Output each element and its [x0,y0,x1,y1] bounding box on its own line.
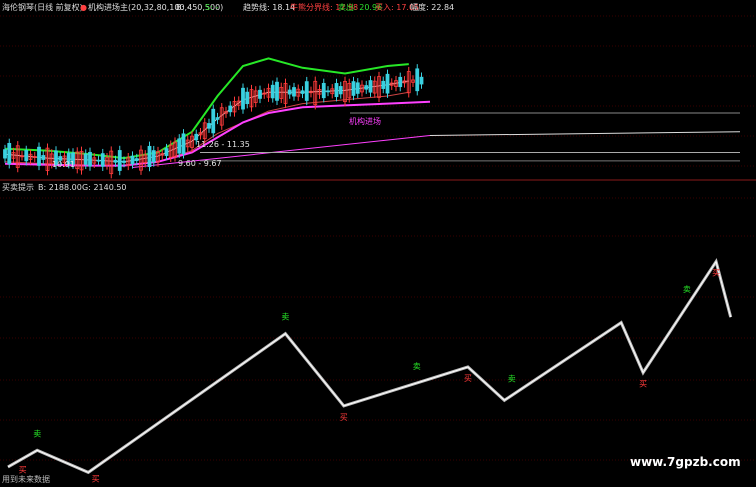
candle-body [334,83,339,98]
buy-signal: 买 [92,474,100,483]
candle-body [130,155,135,165]
candle-body [37,146,41,166]
footer-note: 用到未来数据 [2,475,50,484]
range-label: 幅度: 22.84 [410,3,455,12]
candle-body [364,85,369,90]
candle-body [100,153,105,167]
candle-body [113,159,118,163]
candle-body [241,87,245,110]
candle-body [355,82,360,94]
candle-body [270,84,275,99]
candle-body [385,73,390,94]
candle-body [228,105,233,113]
candle-body [122,160,126,163]
trend-label: 趋势线: 18.14 [243,3,296,12]
candle-body [351,81,356,96]
candle-body [300,90,305,94]
candle-body [177,138,182,154]
chart-background [0,0,756,487]
price-annotation-high: 11.26 - 11.35 [196,140,250,149]
buy-signal: 买 [19,466,27,475]
candle-body [287,89,292,95]
indicator-icon: ● [80,3,87,12]
price-annotation-mid: 10.91 [52,160,75,169]
watermark: www.7gpzb.com [630,455,741,469]
candle-body [211,108,216,134]
candle-body [398,76,403,88]
candle-body [419,76,424,85]
candle-body [117,150,122,171]
institution-entry-label: 机构进场 [349,117,381,126]
b-value: B: 2188.00 [38,183,82,192]
candle-body [164,148,169,156]
candle-body [215,117,220,120]
candle-body [151,150,156,163]
candle-body [147,145,152,168]
candle-body [88,151,92,167]
candle-body [207,123,211,129]
candle-body [338,86,343,95]
candle-body [24,150,29,162]
sell-signal: 卖 [508,374,516,383]
candle-body [381,80,386,89]
buy-signal: 买 [712,269,720,278]
candle-body [292,87,296,97]
buy-signal: 买 [639,380,647,389]
candle-body [7,142,12,165]
chart-stage: 买卖买卖买卖买 卖买卖买 [0,0,756,487]
candle-body [134,158,139,162]
candle-body [258,89,262,99]
g-value: G: 2140.50 [82,183,127,192]
buy-signal: 买 [464,374,472,383]
sell-signal: 卖 [413,362,421,371]
candle-body [368,80,373,93]
candle-body [96,159,101,162]
indicator-name: 机构进场主(20,32,80,100,450,500) [88,3,224,12]
sell-signal: 卖 [281,313,289,322]
candle-body [275,81,279,101]
stock-title: 海伦钢琴(日线 前复权) [2,3,83,12]
candle-body [245,91,250,105]
candle-body [41,155,46,160]
candle-body [181,133,186,155]
candle-body [304,81,309,101]
candle-body [321,82,326,99]
sell-signal: 卖 [683,285,691,294]
b-label: B: - [176,3,190,12]
candle-body [3,149,7,159]
candle-body [326,90,330,93]
s-label: S: - [205,3,219,12]
sell-signal: 卖 [33,429,41,438]
price-annotation-low: 9.60 - 9.67 [178,159,222,168]
buy-signal: 买 [340,413,348,422]
sub-title: 买卖提示 [2,183,34,192]
candle-body [83,153,88,165]
candle-body [415,68,420,92]
